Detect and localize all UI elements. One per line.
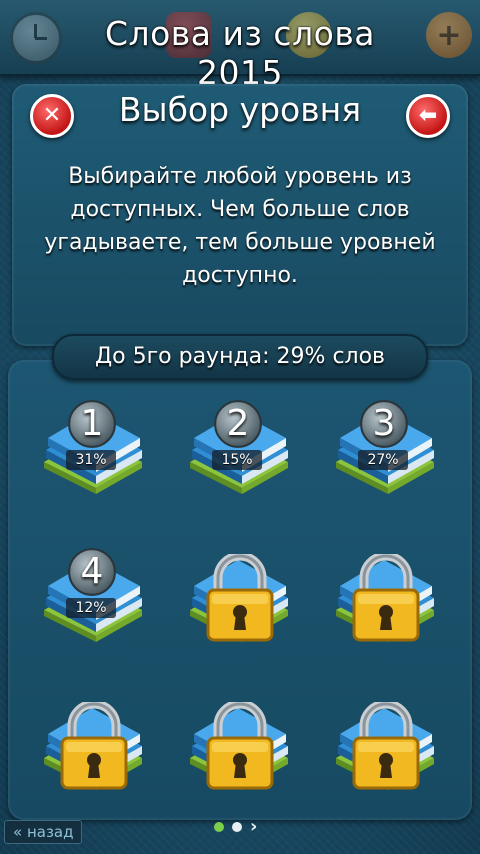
page-indicator[interactable]: ›: [214, 818, 274, 836]
level-number: 3: [372, 403, 396, 444]
level-percent: 27%: [358, 450, 408, 470]
panel-title: Выбор уровня: [118, 90, 362, 129]
level-tile-locked[interactable]: [184, 700, 294, 796]
back-button[interactable]: ⬅: [406, 94, 450, 138]
round-progress: До 5го раунда: 29% слов: [52, 334, 428, 380]
level-number: 4: [80, 551, 104, 592]
lock-icon: [60, 702, 128, 790]
plus-icon[interactable]: +: [426, 12, 472, 58]
level-tile[interactable]: 2 15%: [184, 400, 294, 500]
close-icon: ✕: [42, 103, 62, 128]
level-percent: 31%: [66, 450, 116, 470]
level-tile-locked[interactable]: [330, 552, 440, 648]
level-number: 2: [226, 403, 250, 444]
lock-icon: [206, 554, 274, 642]
level-tile-locked[interactable]: [330, 700, 440, 796]
level-tile-locked[interactable]: [184, 552, 294, 648]
level-tile[interactable]: 1 31%: [38, 400, 148, 500]
page-dot-active[interactable]: [214, 822, 224, 832]
lock-icon: [352, 702, 420, 790]
lock-icon: [352, 554, 420, 642]
level-number: 1: [80, 403, 104, 444]
level-percent: 12%: [66, 598, 116, 618]
close-button[interactable]: ✕: [30, 94, 74, 138]
app-title: Слова из слова 2015: [104, 14, 376, 92]
back-link[interactable]: « назад: [4, 820, 83, 844]
top-bar: + Слова из слова 2015: [0, 0, 480, 92]
page-dot[interactable]: [232, 822, 242, 832]
back-arrow-icon: ⬅: [418, 103, 438, 128]
clock-icon[interactable]: [10, 12, 62, 64]
chevron-right-icon[interactable]: ›: [250, 818, 257, 836]
level-percent: 15%: [212, 450, 262, 470]
lock-icon: [206, 702, 274, 790]
level-tile[interactable]: 4 12%: [38, 548, 148, 648]
level-tile-locked[interactable]: [38, 700, 148, 796]
level-tile[interactable]: 3 27%: [330, 400, 440, 500]
panel-description: Выбирайте любой уровень из доступных. Че…: [44, 164, 436, 288]
